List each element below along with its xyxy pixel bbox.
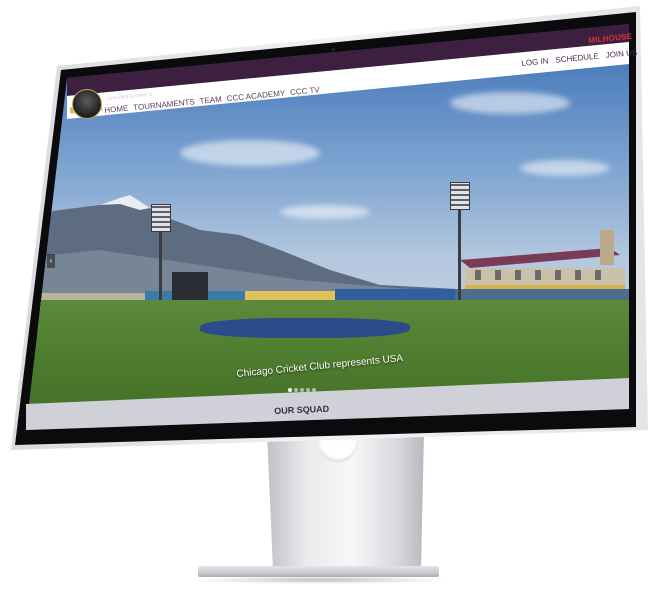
stand-shadow	[190, 576, 450, 584]
cloud	[450, 92, 570, 114]
cloud	[180, 140, 320, 166]
webcam-icon	[332, 48, 335, 51]
floodlight-pole	[159, 228, 162, 303]
floodlight	[151, 204, 171, 232]
club-logo[interactable]	[72, 89, 102, 119]
carousel-dot[interactable]	[294, 388, 298, 392]
carousel-dot[interactable]	[312, 388, 316, 392]
carousel-dot[interactable]	[288, 388, 292, 392]
floodlight	[450, 182, 470, 210]
monitor-stand-foot	[198, 566, 439, 577]
floodlight-pole	[458, 205, 461, 300]
cloud	[520, 160, 610, 176]
carousel-prev-arrow[interactable]: ‹	[47, 254, 55, 268]
pitch-cover	[198, 318, 412, 338]
carousel-dot[interactable]	[306, 388, 310, 392]
scoreboard	[172, 272, 208, 302]
carousel-dot[interactable]	[300, 388, 304, 392]
